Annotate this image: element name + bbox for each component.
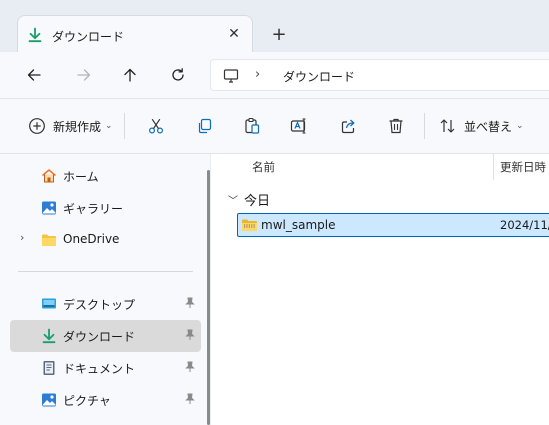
chevron-down-icon: ⌄ bbox=[516, 121, 524, 131]
download-icon bbox=[42, 328, 56, 344]
group-header-today[interactable]: ﹀ 今日 bbox=[228, 190, 270, 209]
command-bar: 新規作成 ⌄ 並べ替え ⌄ bbox=[0, 99, 549, 153]
nav-pane-scrollbar[interactable] bbox=[207, 170, 210, 425]
share-button[interactable] bbox=[340, 116, 358, 136]
trash-icon bbox=[389, 118, 403, 134]
home-icon bbox=[42, 169, 56, 183]
nav-item-gallery[interactable]: ギャラリー bbox=[10, 192, 201, 224]
nav-item-label: ダウンロード bbox=[63, 330, 136, 344]
tab-strip: ダウンロード ✕ + bbox=[0, 0, 549, 53]
paste-button[interactable] bbox=[243, 116, 261, 136]
nav-item-downloads[interactable]: ダウンロード bbox=[10, 320, 201, 352]
sort-button-label: 並べ替え bbox=[464, 119, 513, 134]
sort-button[interactable]: 並べ替え ⌄ bbox=[439, 116, 524, 136]
breadcrumb-downloads[interactable]: ダウンロード bbox=[283, 68, 355, 85]
arrow-up-icon bbox=[124, 68, 136, 82]
download-icon bbox=[28, 27, 42, 43]
toolbar-separator bbox=[424, 113, 425, 139]
breadcrumb-separator[interactable]: › bbox=[255, 67, 260, 82]
column-header-name[interactable]: 名前 bbox=[252, 159, 275, 175]
back-button[interactable] bbox=[22, 63, 46, 87]
nav-item-label: ピクチャ bbox=[63, 394, 111, 408]
nav-separator bbox=[18, 271, 193, 272]
pin-icon[interactable] bbox=[184, 393, 196, 405]
cut-icon bbox=[148, 118, 164, 134]
file-name: mwl_sample bbox=[261, 218, 336, 232]
nav-item-label: デスクトップ bbox=[63, 298, 136, 312]
delete-button[interactable] bbox=[387, 116, 405, 136]
nav-item-label: OneDrive bbox=[63, 232, 120, 246]
desktop-icon bbox=[42, 298, 56, 309]
chevron-down-icon: ﹀ bbox=[228, 196, 238, 207]
file-modified: 2024/11/0 bbox=[500, 218, 549, 232]
chevron-right-icon[interactable]: › bbox=[20, 231, 24, 244]
cut-button[interactable] bbox=[147, 116, 165, 136]
column-header-modified[interactable]: 更新日時 bbox=[500, 159, 546, 175]
address-bar[interactable]: › ダウンロード bbox=[210, 59, 549, 91]
group-label: 今日 bbox=[244, 194, 271, 209]
chevron-down-icon: ⌄ bbox=[105, 121, 113, 131]
refresh-icon bbox=[172, 68, 184, 81]
this-pc-icon bbox=[223, 69, 239, 83]
navigation-bar: › ダウンロード bbox=[0, 52, 549, 98]
rename-icon bbox=[290, 118, 306, 134]
zip-folder-icon bbox=[242, 219, 257, 231]
navigation-pane: ホーム ギャラリー › OneDrive デスクトップ ダウンロード ドキュメン… bbox=[0, 154, 210, 425]
new-button[interactable]: 新規作成 ⌄ bbox=[28, 116, 113, 136]
tab-title: ダウンロード bbox=[52, 30, 125, 44]
arrow-right-icon bbox=[77, 69, 91, 81]
folder-icon bbox=[42, 234, 56, 246]
file-list: 名前 更新日時 ﹀ 今日 mwl_sample 2024/11/0 bbox=[211, 154, 549, 425]
share-icon bbox=[341, 119, 355, 134]
nav-item-label: ホーム bbox=[63, 170, 99, 184]
nav-item-label: ギャラリー bbox=[63, 202, 124, 216]
sort-icon bbox=[440, 119, 455, 133]
toolbar-separator bbox=[124, 113, 125, 139]
forward-button[interactable] bbox=[72, 63, 96, 87]
paste-icon bbox=[245, 117, 260, 134]
refresh-button[interactable] bbox=[166, 63, 190, 87]
new-tab-button[interactable]: + bbox=[268, 25, 290, 47]
copy-icon bbox=[198, 118, 212, 134]
nav-item-documents[interactable]: ドキュメント bbox=[10, 352, 201, 384]
gallery-icon bbox=[42, 201, 56, 215]
document-icon bbox=[43, 361, 55, 375]
arrow-left-icon bbox=[27, 69, 41, 81]
nav-item-desktop[interactable]: デスクトップ bbox=[10, 288, 201, 320]
copy-button[interactable] bbox=[196, 116, 214, 136]
nav-item-home[interactable]: ホーム bbox=[10, 160, 201, 192]
nav-item-pictures[interactable]: ピクチャ bbox=[10, 384, 201, 416]
rename-button[interactable] bbox=[290, 116, 308, 136]
plus-circle-icon bbox=[29, 118, 45, 134]
new-button-label: 新規作成 bbox=[53, 119, 102, 134]
up-button[interactable] bbox=[118, 63, 142, 87]
pin-icon[interactable] bbox=[184, 329, 196, 341]
column-divider[interactable] bbox=[493, 154, 494, 180]
nav-item-label: ドキュメント bbox=[63, 362, 136, 376]
picture-icon bbox=[42, 393, 56, 407]
pin-icon[interactable] bbox=[184, 361, 196, 373]
pin-icon[interactable] bbox=[184, 297, 196, 309]
file-row[interactable]: mwl_sample 2024/11/0 bbox=[237, 213, 549, 237]
tab-downloads[interactable]: ダウンロード ✕ bbox=[17, 15, 253, 53]
nav-item-onedrive[interactable]: › OneDrive bbox=[10, 224, 201, 256]
close-tab-button[interactable]: ✕ bbox=[225, 25, 243, 43]
